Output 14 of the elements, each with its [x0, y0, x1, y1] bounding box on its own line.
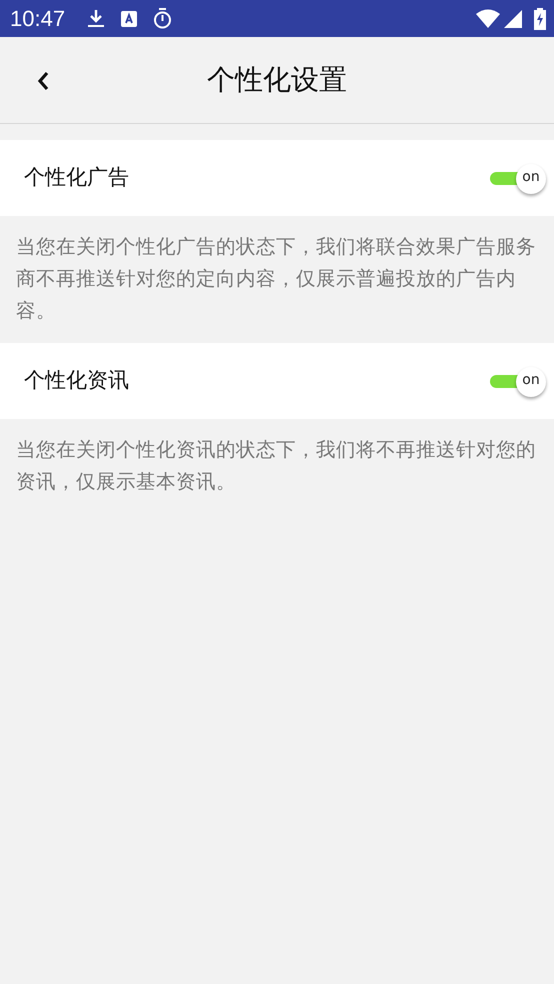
signal-icon: [504, 10, 522, 28]
setting-label: 个性化广告: [24, 164, 129, 192]
stopwatch-icon: [153, 8, 172, 29]
status-time: 10:47: [10, 5, 66, 33]
wifi-icon: [476, 9, 500, 28]
text-icon: [121, 10, 138, 26]
battery-icon: [534, 8, 546, 30]
setting-description: 当您在关闭个性化广告的状态下，我们将联合效果广告服务商不再推送针对您的定向内容，仅展示普遍投放的广告内容。: [15, 234, 537, 324]
setting-label: 个性化资讯: [24, 367, 129, 394]
page-title: 个性化设置: [207, 62, 347, 98]
setting-description: 当您在关闭个性化资讯的状态下，我们将不再推送针对您的资讯，仅展示基本资讯。: [15, 437, 537, 495]
download-icon: [87, 8, 106, 28]
toggle-switch[interactable]: on: [488, 365, 548, 397]
toggle-switch[interactable]: on: [488, 162, 548, 194]
